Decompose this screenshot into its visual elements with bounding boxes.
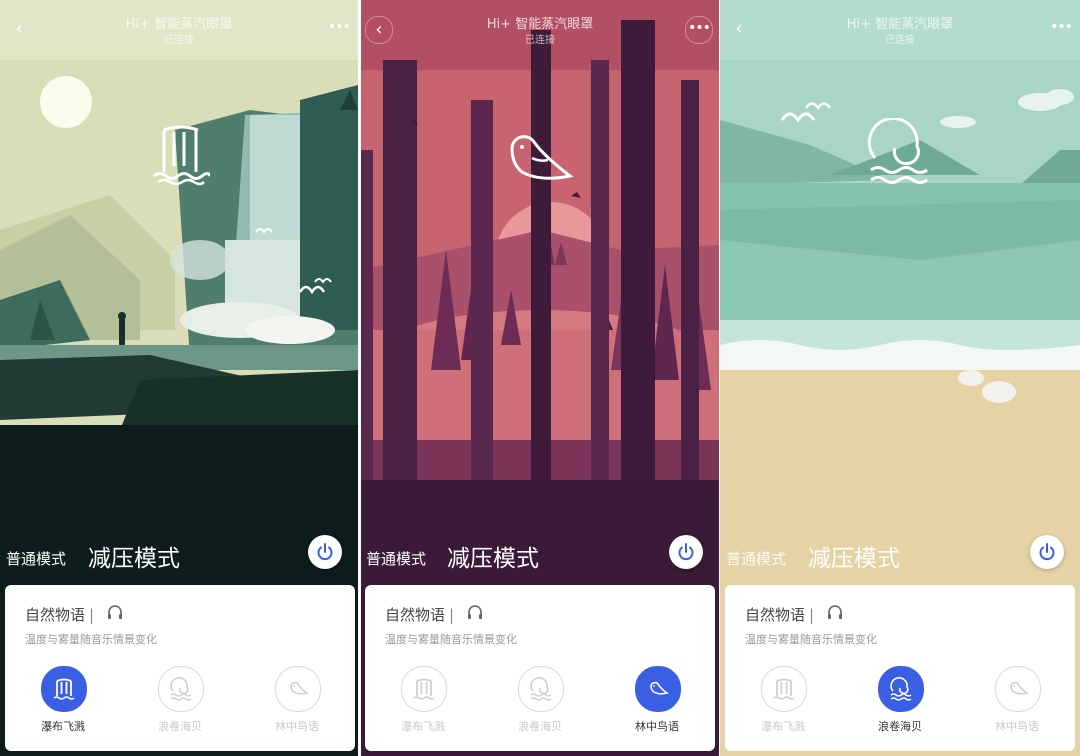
option-wave[interactable]: 浪卷海贝: [135, 666, 225, 736]
waterfall-icon: [53, 678, 75, 700]
connection-status: 已连接: [525, 35, 555, 46]
power-icon: [1039, 543, 1055, 561]
option-bird[interactable]: 林中鸟语: [972, 666, 1062, 736]
option-bird-circle[interactable]: [275, 666, 321, 712]
screen-beach: ‹ Hi+ 智能蒸汽眼罩 已连接 ••• 普通模式 减压模式 自然物语 | 温度与…: [720, 0, 1080, 756]
mode-tab-relax[interactable]: 减压模式: [808, 539, 900, 573]
option-bird-label: 林中鸟语: [995, 720, 1039, 733]
bird-scene-icon: [510, 135, 574, 180]
bird-icon: [650, 681, 669, 695]
app-title: Hi+ 智能蒸汽眼罩: [125, 17, 233, 32]
power-button[interactable]: [1030, 535, 1064, 569]
wave-icon: [530, 677, 552, 701]
option-wave-circle[interactable]: [158, 666, 204, 712]
option-bird-circle[interactable]: [635, 666, 681, 712]
mode-switcher: 普通模式 减压模式: [720, 530, 1080, 576]
headphone-icon: [468, 605, 482, 619]
top-bar: ‹ Hi+ 智能蒸汽眼罩 已连接 •••: [720, 0, 1080, 48]
option-wave-circle[interactable]: [878, 666, 924, 712]
option-wave-label: 浪卷海贝: [158, 720, 202, 733]
mode-switcher: 普通模式 减压模式: [0, 530, 358, 576]
option-bird[interactable]: 林中鸟语: [612, 666, 702, 736]
option-bird-circle[interactable]: [995, 666, 1041, 712]
waterfall-scene-icon: [153, 125, 210, 186]
headphone-icon: [828, 605, 842, 619]
wave-scene-icon: [867, 118, 928, 184]
more-options-button[interactable]: •••: [1048, 16, 1074, 42]
option-wave[interactable]: 浪卷海贝: [855, 666, 945, 736]
waterfall-icon: [413, 678, 435, 700]
option-bird[interactable]: 林中鸟语: [252, 666, 342, 736]
option-bird-label: 林中鸟语: [275, 720, 319, 733]
card-description: 温度与雾量随音乐情景变化: [25, 633, 157, 646]
screen-forest: ‹ Hi+ 智能蒸汽眼罩 已连接 ••• 普通模式 减压模式 自然物语 | 温度与…: [361, 0, 719, 756]
power-button[interactable]: [308, 535, 342, 569]
nature-sounds-card: 自然物语 | 温度与雾量随音乐情景变化 瀑布飞溅 浪卷海贝 林中鸟语: [725, 585, 1075, 751]
app-title: Hi+ 智能蒸汽眼罩: [486, 17, 594, 32]
more-dots-icon: •••: [1050, 19, 1073, 35]
connection-status: 已连接: [164, 35, 194, 46]
mode-tab-normal[interactable]: 普通模式: [366, 548, 426, 569]
bird-icon: [1010, 681, 1029, 695]
mode-tab-normal[interactable]: 普通模式: [726, 548, 786, 569]
card-title: 自然物语: [25, 606, 86, 624]
nature-sounds-card: 自然物语 | 温度与雾量随音乐情景变化 瀑布飞溅 浪卷海贝 林中鸟语: [365, 585, 715, 751]
top-bar: ‹ Hi+ 智能蒸汽眼罩 已连接 •••: [0, 0, 358, 48]
wave-icon: [170, 677, 192, 701]
option-waterfall-circle[interactable]: [401, 666, 447, 712]
option-wave-label: 浪卷海贝: [878, 720, 922, 733]
card-description: 温度与雾量随音乐情景变化: [385, 633, 517, 646]
option-bird-label: 林中鸟语: [635, 720, 679, 733]
option-waterfall[interactable]: 瀑布飞溅: [738, 666, 828, 736]
option-wave[interactable]: 浪卷海贝: [495, 666, 585, 736]
option-waterfall-label: 瀑布飞溅: [761, 720, 805, 733]
waterfall-icon: [773, 678, 795, 700]
option-waterfall[interactable]: 瀑布飞溅: [18, 666, 108, 736]
power-icon: [317, 543, 333, 561]
mode-tab-relax[interactable]: 减压模式: [447, 539, 539, 573]
more-dots-icon: •••: [328, 19, 351, 35]
option-wave-label: 浪卷海贝: [518, 720, 562, 733]
top-bar: ‹ Hi+ 智能蒸汽眼罩 已连接 •••: [361, 0, 719, 48]
wave-icon: [890, 677, 912, 701]
screen-waterfall: ‹ Hi+ 智能蒸汽眼罩 已连接 ••• 普通模式 减压模式 自然物语 | 温度与…: [0, 0, 358, 756]
title-separator: |: [809, 606, 815, 624]
option-waterfall-circle[interactable]: [41, 666, 87, 712]
headphone-icon: [108, 605, 122, 619]
card-title: 自然物语: [745, 606, 806, 624]
option-waterfall-label: 瀑布飞溅: [41, 720, 85, 733]
more-dots-icon: •••: [688, 20, 711, 36]
connection-status: 已连接: [885, 35, 915, 46]
option-waterfall[interactable]: 瀑布飞溅: [378, 666, 468, 736]
power-button[interactable]: [669, 535, 703, 569]
mode-tab-relax[interactable]: 减压模式: [88, 539, 180, 573]
nature-sounds-card: 自然物语 | 温度与雾量随音乐情景变化 瀑布飞溅 浪卷海贝 林中鸟语: [5, 585, 355, 751]
option-waterfall-label: 瀑布飞溅: [401, 720, 445, 733]
mode-tab-normal[interactable]: 普通模式: [6, 548, 66, 569]
card-description: 温度与雾量随音乐情景变化: [745, 633, 877, 646]
card-title: 自然物语: [385, 606, 446, 624]
bird-icon: [290, 681, 309, 695]
title-separator: |: [89, 606, 95, 624]
more-options-button[interactable]: •••: [685, 16, 713, 44]
title-separator: |: [449, 606, 455, 624]
power-icon: [678, 543, 694, 561]
app-title: Hi+ 智能蒸汽眼罩: [846, 17, 954, 32]
more-options-button[interactable]: •••: [326, 16, 352, 42]
option-waterfall-circle[interactable]: [761, 666, 807, 712]
option-wave-circle[interactable]: [518, 666, 564, 712]
mode-switcher: 普通模式 减压模式: [361, 530, 719, 576]
